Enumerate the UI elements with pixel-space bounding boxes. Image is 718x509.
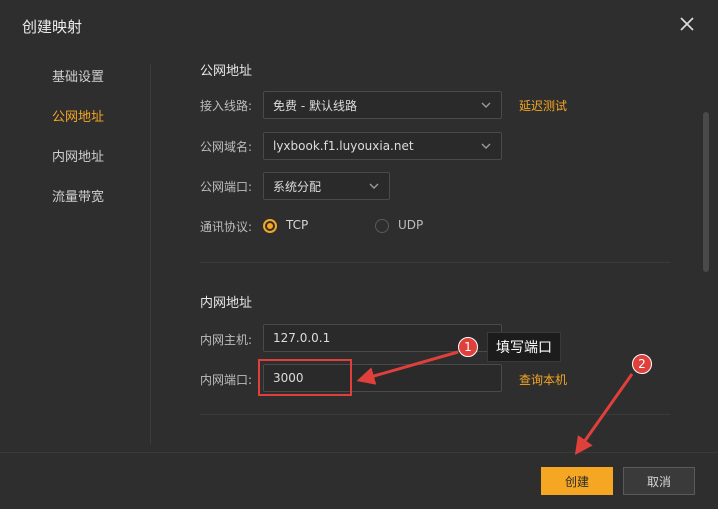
sidebar-item-basic-settings[interactable]: 基础设置 bbox=[52, 66, 104, 85]
internal-section-title: 内网地址 bbox=[200, 296, 253, 311]
line-label: 接入线路: bbox=[200, 99, 253, 113]
footer-divider bbox=[0, 452, 718, 453]
sidebar-divider bbox=[150, 64, 151, 444]
sidebar-item-internal-address[interactable]: 内网地址 bbox=[52, 146, 104, 165]
public-section-title: 公网地址 bbox=[200, 64, 253, 79]
internal-port-label: 内网端口: bbox=[200, 373, 253, 387]
chevron-down-icon bbox=[481, 143, 491, 149]
annotation-badge-1: 1 bbox=[458, 337, 478, 357]
line-select-value: 免费 - 默认线路 bbox=[273, 98, 357, 113]
annotation-highlight-box bbox=[258, 359, 352, 396]
chevron-down-icon bbox=[369, 183, 379, 189]
public-port-select-value: 系统分配 bbox=[273, 179, 322, 194]
domain-label: 公网域名: bbox=[200, 140, 253, 154]
latency-test-link[interactable]: 延迟测试 bbox=[519, 97, 567, 114]
sidebar-item-public-address[interactable]: 公网地址 bbox=[52, 106, 104, 125]
protocol-udp-radio[interactable] bbox=[375, 219, 389, 233]
host-label: 内网主机: bbox=[200, 333, 253, 347]
annotation-arrows bbox=[356, 350, 634, 455]
protocol-udp-label[interactable]: UDP bbox=[398, 218, 423, 232]
public-port-label: 公网端口: bbox=[200, 180, 253, 194]
close-icon[interactable] bbox=[676, 13, 698, 35]
domain-select[interactable]: lyxbook.f1.luyouxia.net bbox=[263, 132, 502, 160]
annotation-callout: 填写端口 bbox=[487, 332, 561, 362]
query-local-link[interactable]: 查询本机 bbox=[519, 371, 567, 388]
protocol-tcp-label[interactable]: TCP bbox=[286, 218, 308, 232]
section-divider-bottom bbox=[200, 414, 670, 415]
annotation-badge-2: 2 bbox=[632, 354, 652, 374]
sidebar-item-bandwidth[interactable]: 流量带宽 bbox=[52, 186, 104, 205]
chevron-down-icon bbox=[481, 102, 491, 108]
dialog-title: 创建映射 bbox=[22, 18, 83, 36]
create-button[interactable]: 创建 bbox=[541, 467, 613, 495]
scrollbar-thumb[interactable] bbox=[703, 112, 709, 272]
public-port-select[interactable]: 系统分配 bbox=[263, 172, 390, 200]
line-select[interactable]: 免费 - 默认线路 bbox=[263, 91, 502, 119]
section-divider bbox=[200, 262, 670, 263]
protocol-label: 通讯协议: bbox=[200, 220, 253, 234]
annotation-arrow-2 bbox=[574, 373, 634, 455]
protocol-tcp-radio[interactable] bbox=[263, 219, 277, 233]
cancel-button[interactable]: 取消 bbox=[623, 467, 695, 495]
domain-select-value: lyxbook.f1.luyouxia.net bbox=[273, 139, 414, 153]
